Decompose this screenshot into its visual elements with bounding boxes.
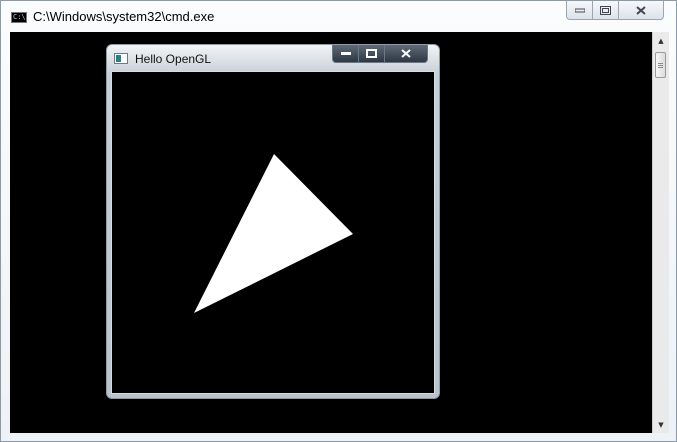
opengl-render-canvas[interactable]	[111, 71, 435, 394]
console-close-button[interactable]	[619, 1, 664, 20]
triangle-render	[194, 154, 353, 313]
console-window-title: C:\Windows\system32\cmd.exe	[33, 9, 215, 24]
console-caption-buttons	[566, 1, 664, 20]
maximize-icon	[366, 49, 377, 58]
console-icon-text: C:\	[13, 13, 26, 21]
opengl-window-title: Hello OpenGL	[135, 52, 212, 66]
console-minimize-button[interactable]	[566, 1, 593, 20]
close-icon	[636, 5, 646, 15]
opengl-window[interactable]: Hello OpenGL	[106, 44, 440, 399]
opengl-close-button[interactable]	[385, 45, 428, 63]
scroll-up-arrow-icon[interactable]: ▲	[653, 32, 669, 49]
scrollbar-thumb[interactable]	[655, 52, 666, 78]
minimize-icon	[574, 8, 585, 13]
console-maximize-button[interactable]	[593, 1, 619, 20]
close-icon	[401, 49, 411, 58]
restore-icon	[600, 5, 611, 15]
white-triangle	[194, 154, 353, 313]
scroll-down-arrow-icon[interactable]: ▼	[653, 416, 669, 433]
opengl-caption-buttons	[332, 45, 428, 63]
opengl-maximize-button[interactable]	[359, 45, 385, 63]
app-window-icon	[114, 53, 128, 64]
console-app-icon: C:\	[11, 12, 27, 23]
console-vertical-scrollbar[interactable]: ▲ ▼	[652, 32, 669, 433]
minimize-icon	[340, 51, 351, 55]
opengl-minimize-button[interactable]	[332, 45, 359, 63]
